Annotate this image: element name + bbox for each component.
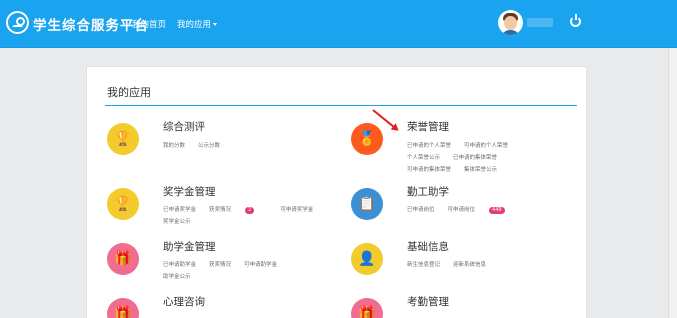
logo-icon[interactable] xyxy=(6,11,29,34)
power-icon[interactable] xyxy=(570,14,581,27)
link-available-position[interactable]: 可申请岗位 449 xyxy=(448,207,518,214)
top-navigation-bar: 学生综合服务平台 我的首页 我的应用 xyxy=(0,0,677,48)
link-group-honors-applied[interactable]: 已申请的集体荣誉 xyxy=(453,155,497,161)
card-title: 我的应用 xyxy=(107,86,151,99)
app-links: 奖学金公示 xyxy=(163,217,204,225)
app-links: 已申请奖学金 获奖情况 2 可申请奖学金 xyxy=(163,205,326,214)
link-freshman-registration[interactable]: 新生信息登记 xyxy=(407,262,440,268)
nav-my-apps-label: 我的应用 xyxy=(177,20,212,30)
trophy-icon: 🏆 xyxy=(107,123,139,155)
avatar[interactable] xyxy=(498,10,523,35)
username-mask[interactable] xyxy=(527,18,553,27)
app-links: 个人荣誉公示 已申请的集体荣誉 xyxy=(407,153,510,161)
award-podium-icon: 🏅 xyxy=(351,123,383,155)
clipboard-icon: 📋 xyxy=(351,188,383,220)
link-award-status[interactable]: 获奖情况 2 xyxy=(209,207,267,214)
link-available-scholarship[interactable]: 可申请奖学金 xyxy=(280,207,313,213)
app-links: 助学金公示 xyxy=(163,272,204,280)
link-grant-notice[interactable]: 助学金公示 xyxy=(163,274,191,280)
app-links: 已申请助学金 获奖情况 可申请助学金 xyxy=(163,260,290,268)
link-personal-honors-available[interactable]: 可申请的个人荣誉 xyxy=(464,143,508,149)
link-public-score[interactable]: 公示分数 xyxy=(198,143,220,149)
gift-icon: 🎁 xyxy=(107,243,139,275)
link-personal-honor-notice[interactable]: 个人荣誉公示 xyxy=(407,155,440,161)
link-welcome-system-info[interactable]: 迎新系统信息 xyxy=(453,262,486,268)
app-title[interactable]: 奖学金管理 xyxy=(163,184,216,199)
link-applied-scholarship[interactable]: 已申请奖学金 xyxy=(163,207,196,213)
scrollbar[interactable] xyxy=(668,48,677,318)
gift-icon: 🎁 xyxy=(351,298,383,318)
app-links: 已申请岗位 可申请岗位 449 xyxy=(407,205,531,214)
nav-my-home[interactable]: 我的首页 xyxy=(132,18,166,30)
app-title[interactable]: 勤工助学 xyxy=(407,184,449,199)
link-group-honor-notice[interactable]: 集体荣誉公示 xyxy=(464,167,497,173)
count-badge: 2 xyxy=(245,207,255,214)
count-badge: 449 xyxy=(489,207,505,214)
app-links: 新生信息登记 迎新系统信息 xyxy=(407,260,499,268)
app-title[interactable]: 综合测评 xyxy=(163,119,205,134)
app-links: 可申请的集体荣誉 集体荣誉公示 xyxy=(407,165,510,173)
my-apps-card: 我的应用 🏆 综合测评 我的分数 公示分数 🏅 荣誉管理 已申请的个人荣誉 可申请的… xyxy=(86,66,587,318)
link-personal-honors-applied[interactable]: 已申请的个人荣誉 xyxy=(407,143,451,149)
link-grant-award-status[interactable]: 获奖情况 xyxy=(209,262,231,268)
user-icon: 👤 xyxy=(351,243,383,275)
app-title[interactable]: 荣誉管理 xyxy=(407,119,449,134)
chevron-down-icon xyxy=(213,23,218,26)
app-title[interactable]: 心理咨询 xyxy=(163,294,205,309)
nav-my-apps[interactable]: 我的应用 xyxy=(177,18,218,30)
gift-icon: 🎁 xyxy=(107,298,139,318)
app-links: 我的分数 公示分数 xyxy=(163,141,233,149)
link-available-grant[interactable]: 可申请助学金 xyxy=(244,262,277,268)
trophy-icon: 🏆 xyxy=(107,188,139,220)
app-title[interactable]: 基础信息 xyxy=(407,239,449,254)
link-group-honors-available[interactable]: 可申请的集体荣誉 xyxy=(407,167,451,173)
link-applied-grant[interactable]: 已申请助学金 xyxy=(163,262,196,268)
link-my-score[interactable]: 我的分数 xyxy=(163,143,185,149)
app-title[interactable]: 考勤管理 xyxy=(407,294,449,309)
divider xyxy=(105,105,577,106)
app-title[interactable]: 助学金管理 xyxy=(163,239,216,254)
app-links: 已申请的个人荣誉 可申请的个人荣誉 xyxy=(407,141,521,149)
link-scholarship-notice[interactable]: 奖学金公示 xyxy=(163,219,191,225)
link-applied-position[interactable]: 已申请岗位 xyxy=(407,207,435,213)
